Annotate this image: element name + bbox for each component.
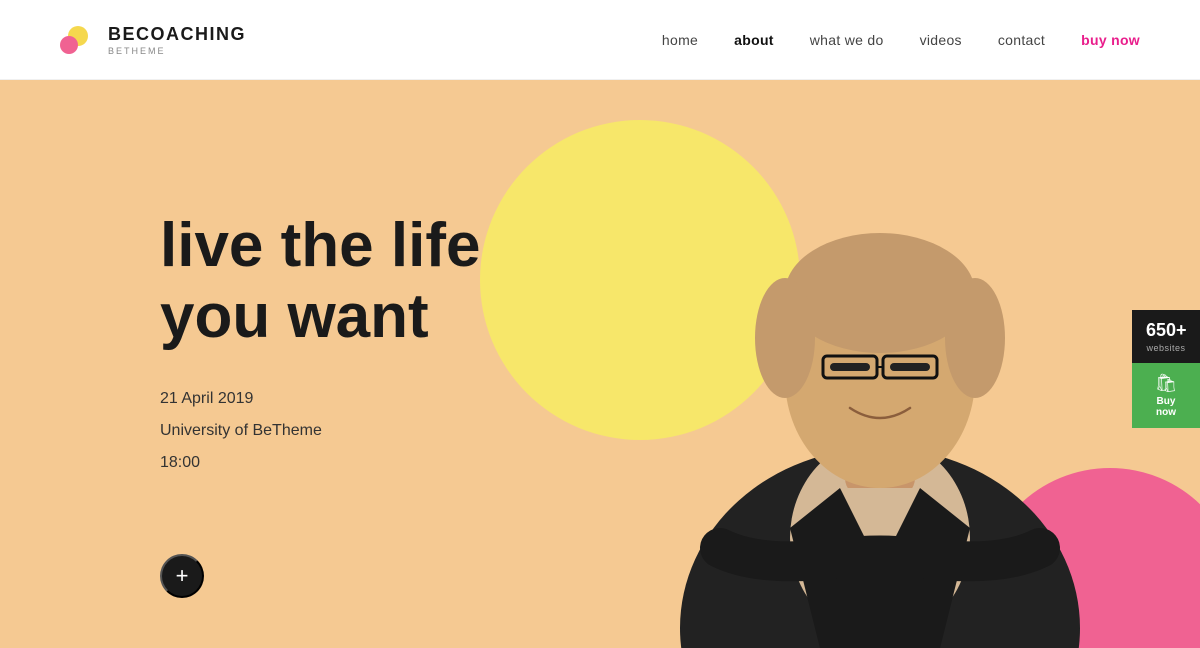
nav-item-home[interactable]: home [662, 32, 698, 48]
site-header: BECOACHING BETHEME home about what we do… [0, 0, 1200, 80]
nav-item-videos[interactable]: videos [920, 32, 962, 48]
nav-item-contact[interactable]: contact [998, 32, 1045, 48]
nav-item-about[interactable]: about [734, 32, 774, 48]
nav-item-what-we-do[interactable]: what we do [810, 32, 884, 48]
logo-text: BECOACHING BETHEME [108, 24, 246, 56]
widget-650-websites[interactable]: 650+ websites [1132, 310, 1200, 363]
side-widgets: 650+ websites 🛍 Buy now [1132, 310, 1200, 428]
hero-content: live the life you want 21 April 2019 Uni… [160, 210, 480, 479]
nav-item-buy-now[interactable]: buy now [1081, 32, 1140, 48]
logo-icon [60, 26, 96, 54]
hero-detail-time: 18:00 [160, 447, 480, 479]
widget-counter: 650+ [1146, 320, 1186, 341]
widget-counter-label: websites [1146, 343, 1186, 353]
hero-headline-line1: live the life [160, 211, 480, 280]
hero-details: 21 April 2019 University of BeTheme 18:0… [160, 383, 480, 479]
widget-buy-now[interactable]: 🛍 Buy now [1132, 363, 1200, 428]
logo-circle-pink [60, 36, 78, 54]
logo-subtitle: BETHEME [108, 46, 246, 56]
hero-section: live the life you want 21 April 2019 Uni… [0, 80, 1200, 648]
hero-detail-date: 21 April 2019 [160, 383, 480, 415]
hero-headline: live the life you want [160, 210, 480, 353]
buy-label: Buy now [1146, 396, 1186, 418]
plus-button[interactable]: + [160, 554, 204, 598]
logo-title: BECOACHING [108, 24, 246, 45]
buy-icon: 🛍 [1146, 373, 1186, 394]
main-nav: home about what we do videos contact buy… [662, 32, 1140, 48]
hero-detail-venue: University of BeTheme [160, 415, 480, 447]
logo[interactable]: BECOACHING BETHEME [60, 24, 246, 56]
hero-headline-line2: you want [160, 282, 429, 351]
hero-person [640, 108, 1120, 648]
